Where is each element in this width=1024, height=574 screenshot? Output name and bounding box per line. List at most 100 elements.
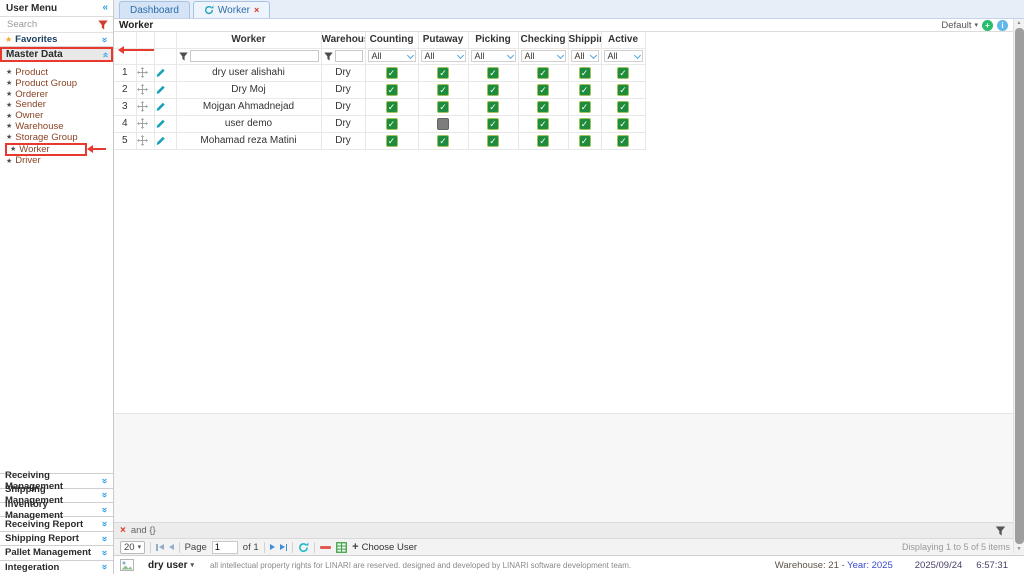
sidebar-item-warehouse[interactable]: ★ Warehouse — [0, 121, 113, 132]
edit-row-button[interactable] — [154, 81, 177, 99]
counting-checkbox[interactable]: ✓ — [385, 134, 398, 147]
putaway-checkbox[interactable]: ✓ — [437, 100, 449, 113]
column-header-checking[interactable]: Checking — [518, 32, 569, 49]
chevron-double-down-icon[interactable]: « — [99, 550, 110, 556]
vertical-scrollbar[interactable]: ▲ ▼ — [1013, 19, 1024, 553]
column-header-active[interactable]: Active — [601, 32, 646, 49]
move-row-handle[interactable] — [136, 64, 155, 82]
shipping-filter-select[interactable]: All — [570, 50, 599, 62]
sidebar-item-worker[interactable]: ★ Worker — [5, 142, 106, 156]
picking-checkbox[interactable]: ✓ — [487, 117, 499, 130]
sidebar-item-favorites[interactable]: ★ Favorites « — [0, 33, 113, 47]
active-checkbox[interactable]: ✓ — [617, 117, 629, 130]
edit-row-button[interactable] — [154, 132, 177, 150]
column-header-shipping[interactable]: Shipping — [568, 32, 602, 49]
active-checkbox[interactable]: ✓ — [617, 134, 629, 147]
reload-grid-icon[interactable] — [298, 542, 309, 553]
move-row-handle[interactable] — [136, 132, 155, 150]
clear-search-icon[interactable] — [98, 20, 108, 30]
search-input[interactable]: Search — [7, 19, 37, 30]
shipping-checkbox[interactable]: ✓ — [578, 83, 591, 96]
tab-worker[interactable]: Worker × — [192, 1, 271, 18]
user-menu-button[interactable]: dry user ▾ — [148, 560, 194, 571]
choose-user-button[interactable]: + Choose User — [352, 541, 417, 553]
active-checkbox[interactable]: ✓ — [617, 66, 629, 79]
sidebar-item-driver[interactable]: ★ Driver — [0, 155, 113, 166]
shipping-checkbox[interactable]: ✓ — [578, 66, 591, 79]
chevron-double-down-icon[interactable]: « — [99, 37, 110, 43]
refresh-icon[interactable] — [204, 5, 214, 15]
view-selector[interactable]: Default ▾ — [941, 20, 978, 31]
checking-checkbox[interactable]: ✓ — [537, 117, 549, 130]
counting-filter-select[interactable]: All — [367, 50, 416, 62]
tab-dashboard[interactable]: Dashboard — [119, 1, 190, 18]
picking-checkbox[interactable]: ✓ — [487, 66, 499, 79]
chevron-double-down-icon[interactable]: « — [99, 521, 110, 527]
close-tab-icon[interactable]: × — [254, 5, 259, 15]
page-size-select[interactable]: 20 ▾ — [120, 540, 146, 554]
next-page-button[interactable] — [269, 544, 275, 550]
warehouse-filter-input[interactable] — [334, 50, 363, 62]
filter-funnel-icon[interactable] — [323, 51, 333, 61]
sidebar-section-integeration[interactable]: Integeration « — [0, 559, 113, 574]
putaway-checkbox[interactable]: ✓ — [437, 66, 449, 79]
picking-checkbox[interactable]: ✓ — [487, 83, 499, 96]
putaway-checkbox[interactable]: ✓ — [437, 83, 449, 96]
sidebar-section-pallet-management[interactable]: Pallet Management « — [0, 545, 113, 559]
add-button[interactable]: + — [982, 19, 993, 31]
grid-icon[interactable] — [336, 541, 348, 553]
scroll-down-icon[interactable]: ▼ — [1017, 545, 1022, 553]
sidebar-item-storage-group[interactable]: ★ Storage Group — [0, 132, 113, 143]
column-header-counting[interactable]: Counting — [365, 32, 419, 49]
sidebar-section-master-data[interactable]: Master Data « — [0, 47, 113, 62]
checking-checkbox[interactable]: ✓ — [537, 134, 549, 147]
checking-filter-select[interactable]: All — [520, 50, 566, 62]
active-checkbox[interactable]: ✓ — [617, 83, 629, 96]
clear-filter-icon[interactable]: × — [120, 525, 126, 536]
sidebar-item-sender[interactable]: ★ Sender — [0, 99, 113, 110]
page-number-input[interactable] — [211, 540, 238, 554]
sidebar-item-owner[interactable]: ★ Owner — [0, 110, 113, 121]
edit-row-button[interactable] — [154, 98, 177, 116]
shipping-checkbox[interactable]: ✓ — [578, 134, 591, 147]
putaway-checkbox[interactable] — [437, 117, 449, 130]
column-header-worker[interactable]: Worker — [176, 32, 322, 49]
sidebar-section-inventory-management[interactable]: Inventory Management « — [0, 499, 113, 521]
column-header-picking[interactable]: Picking — [468, 32, 519, 49]
shipping-checkbox[interactable]: ✓ — [578, 100, 591, 113]
counting-checkbox[interactable]: ✓ — [385, 66, 398, 79]
scrollbar-thumb[interactable] — [1014, 28, 1024, 544]
first-page-button[interactable] — [156, 543, 164, 551]
chevron-double-down-icon[interactable]: « — [99, 565, 110, 571]
checking-checkbox[interactable]: ✓ — [537, 66, 549, 79]
filter-funnel-icon[interactable] — [995, 526, 1006, 536]
worker-filter-input[interactable] — [189, 50, 319, 62]
remove-icon[interactable] — [320, 545, 332, 549]
active-filter-select[interactable]: All — [603, 50, 643, 62]
prev-page-button[interactable] — [168, 544, 174, 550]
sidebar-item-product-group[interactable]: ★ Product Group — [0, 78, 113, 89]
sidebar-search-row[interactable]: Search — [0, 17, 113, 33]
filter-funnel-icon[interactable] — [178, 51, 188, 61]
chevron-double-down-icon[interactable]: « — [99, 536, 110, 542]
checking-checkbox[interactable]: ✓ — [537, 83, 549, 96]
counting-checkbox[interactable]: ✓ — [385, 117, 398, 130]
collapse-sidebar-icon[interactable]: « — [102, 3, 108, 13]
sidebar-item-orderer[interactable]: ★ Orderer — [0, 89, 113, 100]
move-row-handle[interactable] — [136, 81, 155, 99]
picking-checkbox[interactable]: ✓ — [487, 134, 499, 147]
column-header-warehouse[interactable]: Warehouse — [321, 32, 366, 49]
counting-checkbox[interactable]: ✓ — [385, 83, 398, 96]
chevron-double-down-icon[interactable]: « — [99, 507, 110, 513]
putaway-checkbox[interactable]: ✓ — [437, 134, 449, 147]
scroll-up-icon[interactable]: ▲ — [1017, 19, 1022, 27]
counting-checkbox[interactable]: ✓ — [385, 100, 398, 113]
sidebar-item-product[interactable]: ★ Product — [0, 67, 113, 78]
active-checkbox[interactable]: ✓ — [617, 100, 629, 113]
shipping-checkbox[interactable]: ✓ — [578, 117, 591, 130]
picking-checkbox[interactable]: ✓ — [487, 100, 499, 113]
last-page-button[interactable] — [279, 543, 288, 551]
move-row-handle[interactable] — [136, 98, 155, 116]
sidebar-section-shipping-report[interactable]: Shipping Report « — [0, 530, 113, 545]
chevron-double-up-icon[interactable]: « — [100, 52, 111, 58]
